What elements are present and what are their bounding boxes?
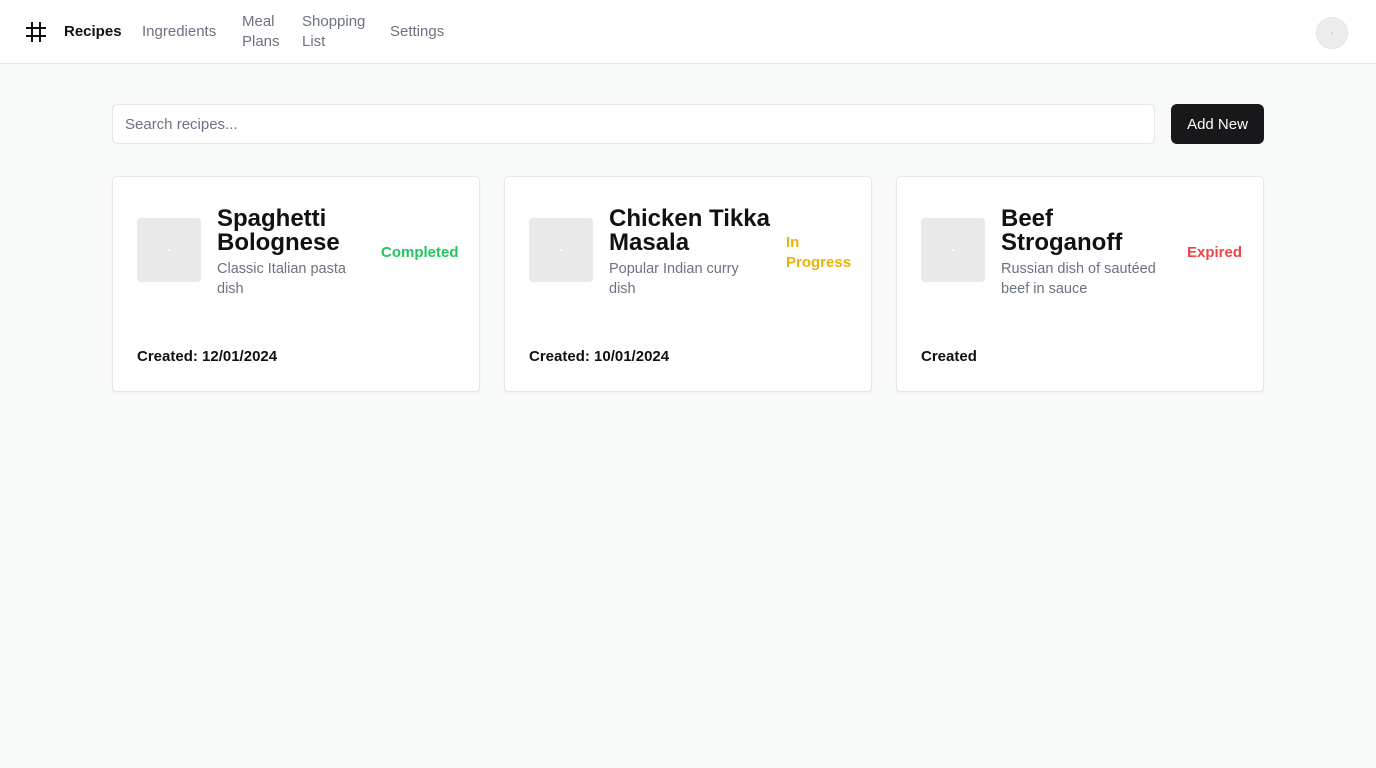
status-badge: Expired xyxy=(1187,243,1242,263)
status-label-line: Completed xyxy=(381,244,459,261)
status-badge: In Progress xyxy=(786,233,851,273)
status-badge: Completed xyxy=(381,243,459,263)
nav-item-ingredients[interactable]: Ingredients xyxy=(142,22,216,42)
recipe-description-line: dish xyxy=(609,281,636,297)
nav-item-shopping-list[interactable]: Shopping List xyxy=(302,12,365,52)
recipe-description: Popular Indian curry dish xyxy=(609,259,757,299)
top-navigation-bar: Recipes Ingredients Meal Plans Shopping … xyxy=(0,0,1376,64)
recipe-description-line: Classic Italian pasta xyxy=(217,261,346,277)
recipe-description-line: dish xyxy=(217,281,244,297)
recipe-title-line: Beef xyxy=(1001,205,1054,232)
nav-item-label-line: Plans xyxy=(242,33,280,50)
nav-item-label: Ingredients xyxy=(142,23,217,40)
recipe-title-line: Chicken Tikka xyxy=(609,205,770,232)
recipe-description-line: beef in sauce xyxy=(1001,281,1088,297)
hash-logo-icon[interactable] xyxy=(25,21,47,43)
recipe-title-line: Bolognese xyxy=(217,229,340,256)
created-date: Created xyxy=(921,348,977,365)
status-label-line: In xyxy=(786,234,800,251)
recipe-card-beef-stroganoff[interactable]: Beef Stroganoff Russian dish of sautéed … xyxy=(896,176,1264,392)
recipe-title: Spaghetti Bolognese xyxy=(217,207,377,255)
user-avatar[interactable] xyxy=(1316,17,1348,49)
nav-item-label-line: List xyxy=(302,33,326,50)
nav-item-settings[interactable]: Settings xyxy=(390,22,444,42)
recipe-description-line: Russian dish of sautéed xyxy=(1001,261,1156,277)
recipe-image-placeholder xyxy=(529,218,593,282)
nav-item-recipes[interactable]: Recipes xyxy=(64,22,122,42)
recipe-description: Classic Italian pasta dish xyxy=(217,259,365,299)
recipe-image-placeholder xyxy=(137,218,201,282)
recipe-title-line: Stroganoff xyxy=(1001,229,1123,256)
nav-item-label: Recipes xyxy=(64,23,122,40)
nav-item-label-line: Meal xyxy=(242,13,275,30)
recipe-description: Russian dish of sautéed beef in sauce xyxy=(1001,259,1171,299)
status-label-line: Progress xyxy=(786,254,852,271)
recipe-card-chicken-tikka-masala[interactable]: Chicken Tikka Masala Popular Indian curr… xyxy=(504,176,872,392)
recipe-description-line: Popular Indian curry xyxy=(609,261,739,277)
created-date: Created: 10/01/2024 xyxy=(529,348,670,365)
search-input[interactable] xyxy=(112,104,1155,144)
recipe-title-line: Masala xyxy=(609,229,690,256)
recipe-title: Chicken Tikka Masala xyxy=(609,207,779,255)
recipe-image-placeholder xyxy=(921,218,985,282)
add-new-button[interactable]: Add New xyxy=(1171,104,1264,144)
status-label-line: Expired xyxy=(1187,244,1243,261)
recipe-card-spaghetti-bolognese[interactable]: Spaghetti Bolognese Classic Italian past… xyxy=(112,176,480,392)
recipe-title-line: Spaghetti xyxy=(217,205,327,232)
nav-item-meal-plans[interactable]: Meal Plans xyxy=(242,12,280,52)
recipe-title: Beef Stroganoff xyxy=(1001,207,1161,255)
nav-item-label-line: Shopping xyxy=(302,13,366,30)
nav-item-label: Settings xyxy=(390,23,445,40)
created-date: Created: 12/01/2024 xyxy=(137,348,278,365)
